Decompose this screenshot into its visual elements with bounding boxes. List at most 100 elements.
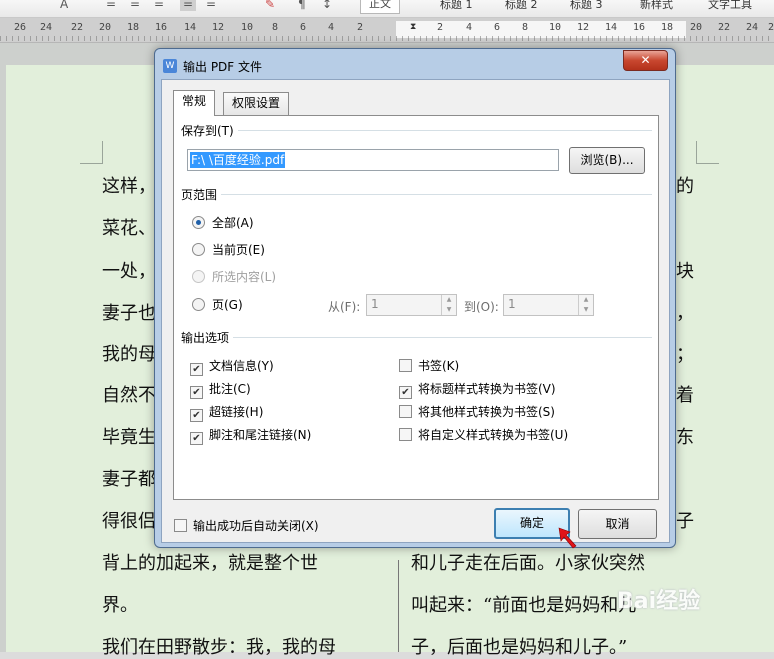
style-heading-3[interactable]: 标题 3 <box>570 0 603 12</box>
red-arrow-pointer-icon <box>558 527 577 549</box>
doc-text-line[interactable]: 妻子也 <box>102 299 156 325</box>
font-color-icon[interactable]: A <box>60 0 68 11</box>
doc-text-line[interactable]: 着 <box>676 381 694 407</box>
checkbox-bookmarks[interactable]: 书签(K) <box>399 357 459 375</box>
doc-text-line[interactable]: 毕竟生 <box>102 423 156 449</box>
from-page-value: 1 <box>371 297 379 311</box>
ruler-number: 24 <box>40 22 53 33</box>
distributed-align-icon[interactable]: = <box>206 0 216 11</box>
radio-icon <box>192 243 205 256</box>
tab-permissions[interactable]: 权限设置 <box>223 92 290 115</box>
text-tools-button[interactable]: 文字工具 <box>708 0 752 12</box>
checkbox-heading-to-bookmark[interactable]: ✔ 将标题样式转换为书签(V) <box>399 380 556 399</box>
checkbox-checked-icon: ✔ <box>190 386 203 399</box>
doc-text-line[interactable]: 妻子都 <box>102 465 156 491</box>
browse-button[interactable]: 浏览(B)... <box>569 147 645 174</box>
page-range-label: 页范围 <box>181 186 222 203</box>
checkbox-unchecked-icon <box>399 405 412 418</box>
doc-text-line[interactable]: 界。 <box>102 591 138 617</box>
style-heading-2[interactable]: 标题 2 <box>505 0 538 12</box>
spinner-arrows-icon: ▲ ▼ <box>578 295 593 315</box>
checkbox-unchecked-icon <box>399 428 412 441</box>
ruler-number: 8 <box>522 22 529 33</box>
checkbox-checked-icon: ✔ <box>399 386 412 399</box>
checkbox-custom-styles-to-bookmark[interactable]: 将自定义样式转换为书签(U) <box>399 426 568 444</box>
doc-text-line[interactable]: 一处， <box>102 257 156 283</box>
doc-text-line[interactable]: 子 <box>676 507 694 533</box>
ruler-number: 2 <box>437 22 444 33</box>
ruler-number: 24 <box>746 22 759 33</box>
doc-text-line[interactable]: 我的母 <box>102 340 156 366</box>
ruler-number: 14 <box>184 22 197 33</box>
doc-text-line[interactable]: 叫起来：“前面也是妈妈和儿 <box>411 591 636 617</box>
align-center-icon[interactable]: = <box>130 0 140 11</box>
cancel-button[interactable]: 取消 <box>578 509 657 539</box>
doc-text-line[interactable]: ； <box>676 340 694 366</box>
crop-mark <box>80 141 103 164</box>
radio-current-page[interactable]: 当前页(E) <box>192 241 265 259</box>
spinner-arrows-icon: ▲ ▼ <box>441 295 456 315</box>
to-label: 到(O): <box>464 300 499 314</box>
doc-text-line[interactable]: 菜花、 <box>102 214 156 240</box>
sort-icon[interactable]: ↕ <box>322 0 332 11</box>
paint-icon[interactable]: ✎ <box>265 0 275 11</box>
ruler-number: 26 <box>768 22 774 33</box>
new-style-button[interactable]: 新样式 <box>640 0 673 12</box>
tab-general[interactable]: 常规 <box>173 90 216 116</box>
ruler-number: 16 <box>155 22 168 33</box>
align-right-icon[interactable]: = <box>154 0 164 11</box>
doc-text-line[interactable]: ， <box>676 299 694 325</box>
general-tab-panel: 保存到(T) F:\ \百度经验.pdf 浏览(B)... 页范围 全部(A) … <box>173 115 659 500</box>
radio-selected-icon <box>192 216 205 229</box>
doc-text-line[interactable]: 子，后面也是妈妈和儿子。” <box>411 633 627 659</box>
ruler-number: 26 <box>14 22 27 33</box>
ruler-number: 20 <box>99 22 112 33</box>
checkbox-footnote-links[interactable]: ✔ 脚注和尾注链接(N) <box>190 426 311 445</box>
doc-text-line[interactable]: 背上的加起来，就是整个世 <box>102 549 318 575</box>
checkbox-document-info[interactable]: ✔ 文档信息(Y) <box>190 357 274 376</box>
checkbox-auto-close[interactable]: 输出成功后自动关闭(X) <box>174 517 319 535</box>
ribbon-toolbar: A = = = = = ✎ ¶ ↕ 正文 标题 1 标题 2 标题 3 新样式 … <box>0 0 774 18</box>
style-heading-1[interactable]: 标题 1 <box>440 0 473 12</box>
align-left-icon[interactable]: = <box>106 0 116 11</box>
doc-text-line[interactable]: 得很侣 <box>102 507 156 533</box>
radio-all-pages[interactable]: 全部(A) <box>192 214 254 232</box>
ruler-number: 12 <box>577 22 590 33</box>
doc-text-line[interactable]: 和儿子走在后面。小家伙突然 <box>411 549 645 575</box>
doc-text-line[interactable]: 这样， <box>102 172 156 198</box>
baidu-watermark: Bai经验 <box>617 589 701 614</box>
export-pdf-dialog: W 输出 PDF 文件 ✕ 常规 权限设置 保存到(T) F:\ \百度经验.p… <box>154 48 676 548</box>
checkbox-hyperlinks[interactable]: ✔ 超链接(H) <box>190 403 263 422</box>
checkbox-other-styles-to-bookmark[interactable]: 将其他样式转换为书签(S) <box>399 403 555 421</box>
group-divider <box>236 130 652 131</box>
save-path-input[interactable]: F:\ \百度经验.pdf <box>187 149 559 171</box>
dialog-titlebar[interactable]: W 输出 PDF 文件 ✕ <box>155 49 675 79</box>
checkbox-comments[interactable]: ✔ 批注(C) <box>190 380 251 399</box>
checkbox-unchecked-icon <box>174 519 187 532</box>
checkbox-checked-icon: ✔ <box>190 409 203 422</box>
doc-text-line[interactable]: 我们在田野散步：我，我的母 <box>102 633 336 659</box>
group-divider <box>230 337 652 338</box>
close-button[interactable]: ✕ <box>623 50 668 71</box>
ruler-number: 12 <box>212 22 225 33</box>
wps-writer-icon: W <box>163 59 177 73</box>
from-page-spinner: 1 ▲ ▼ <box>366 294 457 316</box>
ruler-number: 18 <box>127 22 140 33</box>
show-marks-icon[interactable]: ¶ <box>298 0 306 11</box>
doc-text-line[interactable]: 的 <box>676 172 694 198</box>
align-justify-icon[interactable]: = <box>180 0 197 11</box>
style-normal[interactable]: 正文 <box>360 0 400 14</box>
ruler-number: 4 <box>466 22 473 33</box>
doc-text-line[interactable]: 东 <box>676 423 694 449</box>
column-separator <box>398 560 399 652</box>
doc-text-line[interactable]: 自然不 <box>102 381 156 407</box>
checkbox-unchecked-icon <box>399 359 412 372</box>
radio-pages[interactable]: 页(G) <box>192 296 243 314</box>
horizontal-ruler[interactable]: 26 24 22 20 18 16 14 12 10 8 6 4 2 ⧗ 2 4… <box>0 18 774 43</box>
ruler-number: 6 <box>494 22 501 33</box>
doc-text-line[interactable]: 块 <box>676 257 694 283</box>
group-divider <box>218 194 652 195</box>
ruler-indent-marker[interactable]: ⧗ <box>410 22 416 32</box>
ruler-number: 20 <box>690 22 703 33</box>
dialog-client: 常规 权限设置 保存到(T) F:\ \百度经验.pdf 浏览(B)... 页范… <box>161 79 670 543</box>
